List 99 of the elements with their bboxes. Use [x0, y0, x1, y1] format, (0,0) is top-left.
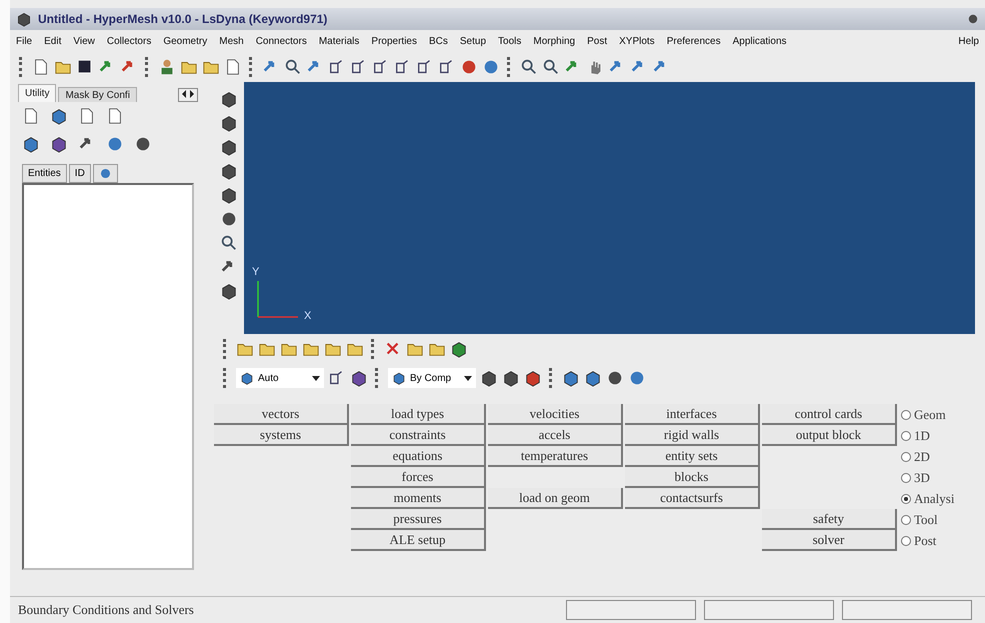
page-radio[interactable]: 1D	[901, 425, 954, 446]
dropdown[interactable]: Auto	[236, 368, 324, 388]
cube-icon[interactable]	[220, 162, 238, 180]
panel-button[interactable]: entity sets	[625, 446, 760, 467]
panel-button[interactable]: systems	[214, 425, 349, 446]
panel-button[interactable]: contactsurfs	[625, 488, 760, 509]
cube-icon[interactable]	[562, 369, 580, 387]
circle-icon[interactable]	[220, 210, 238, 228]
page-radio[interactable]: 2D	[901, 446, 954, 467]
panel-button[interactable]: interfaces	[625, 404, 760, 425]
menu-item[interactable]: BCs	[428, 36, 448, 46]
column-header[interactable]: Entities	[22, 164, 67, 183]
menu-item[interactable]: Properties	[371, 36, 417, 46]
page-radio[interactable]: 3D	[901, 467, 954, 488]
menu-item[interactable]: File	[16, 36, 32, 46]
panel-button[interactable]: vectors	[214, 404, 349, 425]
document-icon[interactable]	[32, 58, 50, 76]
magnifier-icon[interactable]	[520, 58, 538, 76]
cube-icon[interactable]	[502, 369, 520, 387]
panel-button[interactable]: load types	[351, 404, 486, 425]
panel-button[interactable]: equations	[351, 446, 486, 467]
panel-button[interactable]: solver	[762, 530, 897, 551]
menu-item[interactable]: Post	[587, 36, 608, 46]
circle-icon[interactable]	[606, 369, 624, 387]
browser-tab[interactable]: Mask By Confi	[58, 87, 137, 102]
menu-item[interactable]: Setup	[460, 36, 486, 46]
page-radio[interactable]: Geom	[901, 404, 954, 425]
cube-icon[interactable]	[220, 138, 238, 156]
panel-button[interactable]: output block	[762, 425, 897, 446]
browser-tab[interactable]: Utility	[18, 84, 56, 102]
status-text: Boundary Conditions and Solvers	[18, 602, 195, 618]
cube-icon[interactable]	[16, 11, 32, 27]
page-radio[interactable]: Analysi	[901, 488, 954, 509]
document-icon[interactable]	[22, 107, 40, 125]
cube-icon[interactable]	[220, 114, 238, 132]
menu-item[interactable]: Geometry	[163, 36, 208, 46]
menu-item[interactable]: Applications	[732, 36, 787, 46]
panel-button[interactable]: control cards	[762, 404, 897, 425]
panel-button[interactable]: moments	[351, 488, 486, 509]
cube-icon[interactable]	[524, 369, 542, 387]
cube-icon[interactable]	[240, 371, 254, 385]
panel-button[interactable]: pressures	[351, 509, 486, 530]
window-title: Untitled - HyperMesh v10.0 - LsDyna (Keyword971)	[38, 12, 328, 26]
panel-button[interactable]: rigid walls	[625, 425, 760, 446]
circle-icon[interactable]	[628, 369, 646, 387]
circle-icon[interactable]	[482, 58, 500, 76]
cube-icon[interactable]	[350, 369, 368, 387]
panel-button[interactable]: accels	[488, 425, 623, 446]
column-header[interactable]: ID	[68, 164, 91, 183]
cube-icon[interactable]	[220, 186, 238, 204]
menu-item[interactable]: Help	[958, 36, 979, 46]
menu-item[interactable]: Collectors	[106, 36, 152, 46]
cube-icon[interactable]	[50, 135, 68, 153]
document-icon[interactable]	[78, 107, 96, 125]
cube-icon[interactable]	[392, 371, 406, 385]
panel-button[interactable]: temperatures	[488, 446, 623, 467]
cube-icon[interactable]	[450, 340, 468, 358]
magnifier-icon[interactable]	[220, 234, 238, 252]
menu-item[interactable]: Preferences	[666, 36, 721, 46]
cube-icon[interactable]	[220, 90, 238, 108]
menu-item[interactable]: View	[73, 36, 95, 46]
panel-button[interactable]: ALE setup	[351, 530, 486, 551]
magnifier-icon[interactable]	[542, 58, 560, 76]
caret-icon	[312, 376, 320, 380]
circle-icon[interactable]	[967, 13, 979, 25]
panel-button[interactable]: constraints	[351, 425, 486, 446]
circle-icon[interactable]	[106, 135, 124, 153]
panel-button[interactable]: forces	[351, 467, 486, 488]
cube-icon[interactable]	[220, 282, 238, 300]
circle-icon[interactable]	[460, 58, 478, 76]
axis-label: Y	[252, 266, 260, 278]
panel-button[interactable]: velocities	[488, 404, 623, 425]
circle-icon[interactable]	[98, 167, 112, 180]
caret-icon	[464, 376, 472, 380]
dropdown[interactable]: By Comp	[388, 368, 476, 388]
menu-item[interactable]: Edit	[44, 36, 62, 46]
page-radio[interactable]: Tool	[901, 509, 954, 530]
circle-icon[interactable]	[134, 135, 152, 153]
document-icon[interactable]	[106, 107, 124, 125]
document-icon[interactable]	[224, 58, 242, 76]
magnifier-icon[interactable]	[284, 58, 302, 76]
axis-label: X	[304, 310, 312, 322]
cube-icon[interactable]	[22, 135, 40, 153]
menu-item[interactable]: XYPlots	[619, 36, 655, 46]
cube-icon[interactable]	[480, 369, 498, 387]
menu-item[interactable]: Materials	[318, 36, 360, 46]
menu-item[interactable]: Mesh	[219, 36, 244, 46]
menu-item[interactable]: Morphing	[533, 36, 576, 46]
menu-item[interactable]: Tools	[498, 36, 522, 46]
panel-button[interactable]: safety	[762, 509, 897, 530]
panel-button[interactable]: load on geom	[488, 488, 623, 509]
column-header[interactable]	[92, 164, 118, 183]
cube-icon[interactable]	[50, 107, 68, 125]
cube-icon[interactable]	[584, 369, 602, 387]
graphics-viewport[interactable]: Y X	[244, 82, 975, 334]
tab-scroll-arrows[interactable]	[178, 88, 198, 102]
panel-button[interactable]: blocks	[625, 467, 760, 488]
page-radio[interactable]: Post	[901, 530, 954, 551]
menu-item[interactable]: Connectors	[256, 36, 307, 46]
